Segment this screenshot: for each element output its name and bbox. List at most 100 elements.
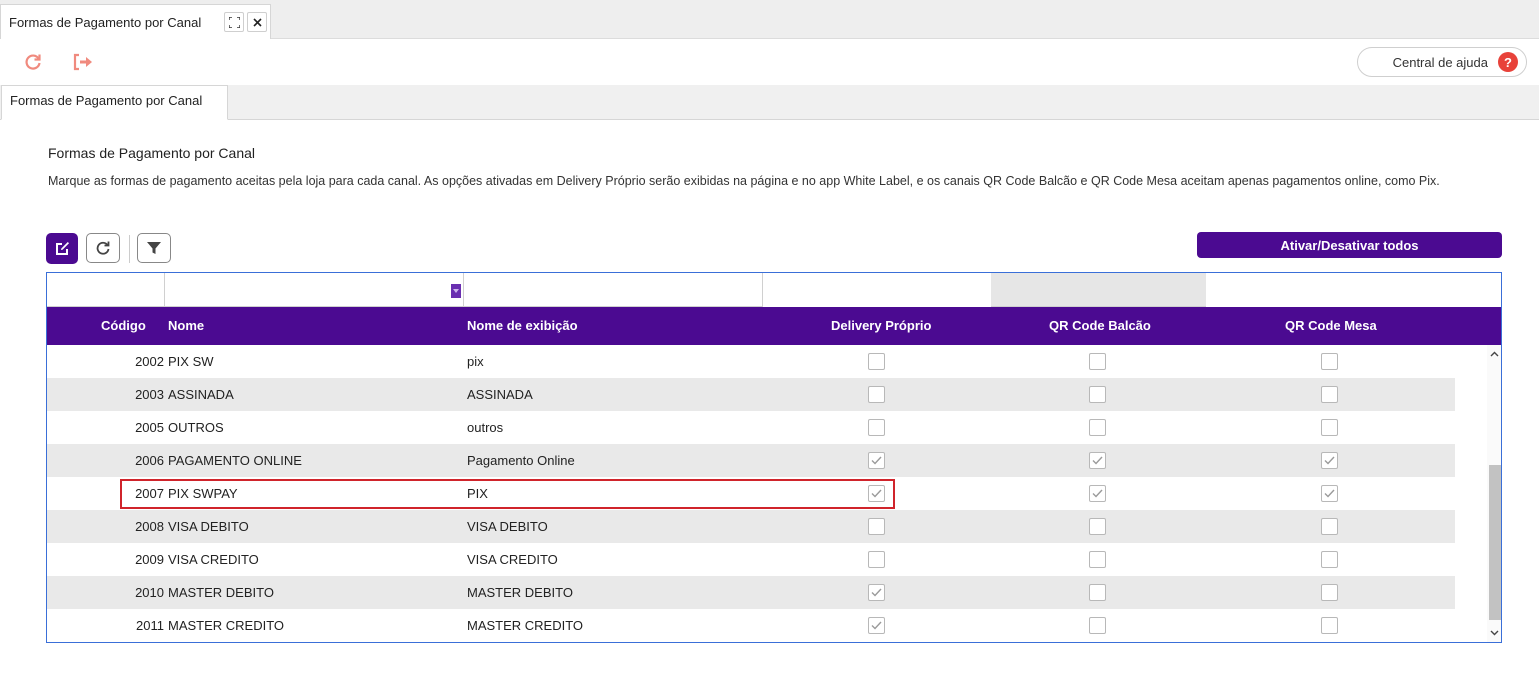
cell-display-name: MASTER CREDITO xyxy=(467,618,584,633)
checkbox-mesa[interactable] xyxy=(1321,386,1338,403)
checkbox-balcao[interactable] xyxy=(1089,617,1106,634)
table-row[interactable]: 2010 MASTER DEBITO MASTER DEBITO xyxy=(47,576,1455,609)
filter-button[interactable] xyxy=(137,233,171,263)
question-icon: ? xyxy=(1498,52,1518,72)
chevron-down-icon[interactable] xyxy=(451,284,461,298)
checkbox-mesa[interactable] xyxy=(1321,419,1338,436)
checkbox-balcao[interactable] xyxy=(1089,386,1106,403)
filter-row xyxy=(47,273,1501,307)
cell-name: MASTER DEBITO xyxy=(168,585,274,600)
payment-methods-grid: Código Nome Nome de exibição Delivery Pr… xyxy=(46,272,1502,643)
toolbar: Central de ajuda ? xyxy=(0,40,1539,85)
edit-button[interactable] xyxy=(46,233,78,264)
cell-name: MASTER CREDITO xyxy=(168,618,285,633)
table-row[interactable]: 2005 OUTROS outros xyxy=(47,411,1455,444)
table-row[interactable]: 2009 VISA CREDITO VISA CREDITO xyxy=(47,543,1455,576)
header-code[interactable]: Código xyxy=(101,307,146,345)
checkbox-mesa[interactable] xyxy=(1321,584,1338,601)
close-icon[interactable] xyxy=(247,12,267,32)
reload-button[interactable] xyxy=(86,233,120,263)
table-header: Código Nome Nome de exibição Delivery Pr… xyxy=(47,307,1501,345)
cell-name: PIX SW xyxy=(168,354,214,369)
header-qr-mesa[interactable]: QR Code Mesa xyxy=(1285,307,1377,345)
cell-display-name: MASTER DEBITO xyxy=(467,585,573,600)
chevron-down-icon[interactable] xyxy=(1487,626,1501,640)
checkbox-delivery[interactable] xyxy=(868,485,885,502)
cell-code: 2003 xyxy=(135,387,164,402)
checkbox-mesa[interactable] xyxy=(1321,452,1338,469)
cell-code: 2006 xyxy=(135,453,164,468)
table-row[interactable]: 2011 MASTER CREDITO MASTER CREDITO xyxy=(47,609,1455,642)
cell-name: VISA CREDITO xyxy=(168,552,259,567)
filter-icon xyxy=(147,242,161,254)
table-row[interactable]: 2003 ASSINADA ASSINADA xyxy=(47,378,1455,411)
header-delivery[interactable]: Delivery Próprio xyxy=(831,307,931,345)
checkbox-mesa[interactable] xyxy=(1321,485,1338,502)
checkbox-delivery[interactable] xyxy=(868,452,885,469)
window-tab[interactable]: Formas de Pagamento por Canal xyxy=(0,4,271,39)
cell-name: VISA DEBITO xyxy=(168,519,249,534)
checkbox-delivery[interactable] xyxy=(868,584,885,601)
header-name[interactable]: Nome xyxy=(168,307,204,345)
cell-code: 2005 xyxy=(135,420,164,435)
reload-icon xyxy=(96,241,110,255)
checkbox-delivery[interactable] xyxy=(868,419,885,436)
checkbox-balcao[interactable] xyxy=(1089,419,1106,436)
header-qr-balcao[interactable]: QR Code Balcão xyxy=(1049,307,1151,345)
vertical-scrollbar[interactable] xyxy=(1487,345,1501,642)
checkbox-balcao[interactable] xyxy=(1089,452,1106,469)
cell-code: 2002 xyxy=(135,354,164,369)
checkbox-balcao[interactable] xyxy=(1089,518,1106,535)
filter-name-dropdown[interactable] xyxy=(165,273,464,307)
checkbox-delivery[interactable] xyxy=(868,518,885,535)
help-center-button[interactable]: Central de ajuda ? xyxy=(1357,47,1527,77)
cell-name: PIX SWPAY xyxy=(168,486,238,501)
cell-display-name: Pagamento Online xyxy=(467,453,575,468)
refresh-icon[interactable] xyxy=(21,51,45,73)
checkbox-balcao[interactable] xyxy=(1089,551,1106,568)
checkbox-mesa[interactable] xyxy=(1321,518,1338,535)
window-tab-label: Formas de Pagamento por Canal xyxy=(9,14,202,30)
cell-code: 2008 xyxy=(135,519,164,534)
cell-name: ASSINADA xyxy=(168,387,234,402)
table-row[interactable]: 2007 PIX SWPAY PIX xyxy=(47,477,1455,510)
cell-name: OUTROS xyxy=(168,420,224,435)
section-title: Formas de Pagamento por Canal xyxy=(48,145,255,161)
checkbox-balcao[interactable] xyxy=(1089,485,1106,502)
checkbox-mesa[interactable] xyxy=(1321,551,1338,568)
cell-display-name: pix xyxy=(467,354,484,369)
filter-display-name[interactable] xyxy=(464,273,763,307)
edit-icon xyxy=(56,241,69,255)
section-description: Marque as formas de pagamento aceitas pe… xyxy=(48,174,1440,188)
checkbox-delivery[interactable] xyxy=(868,386,885,403)
checkbox-mesa[interactable] xyxy=(1321,353,1338,370)
maximize-icon[interactable] xyxy=(224,12,244,32)
checkbox-balcao[interactable] xyxy=(1089,353,1106,370)
cell-code: 2007 xyxy=(135,486,164,501)
cell-name: PAGAMENTO ONLINE xyxy=(168,453,302,468)
header-display-name[interactable]: Nome de exibição xyxy=(467,307,578,345)
exit-icon[interactable] xyxy=(71,51,95,73)
table-row[interactable]: 2008 VISA DEBITO VISA DEBITO xyxy=(47,510,1455,543)
filter-code[interactable] xyxy=(47,273,165,307)
scrollbar-thumb[interactable] xyxy=(1489,465,1501,620)
cell-display-name: VISA DEBITO xyxy=(467,519,548,534)
toggle-all-button[interactable]: Ativar/Desativar todos xyxy=(1197,232,1502,258)
cell-display-name: ASSINADA xyxy=(467,387,533,402)
checkbox-delivery[interactable] xyxy=(868,617,885,634)
tab-payment-methods[interactable]: Formas de Pagamento por Canal xyxy=(1,85,228,120)
chevron-up-icon[interactable] xyxy=(1487,347,1501,361)
cell-code: 2010 xyxy=(135,585,164,600)
checkbox-mesa[interactable] xyxy=(1321,617,1338,634)
checkbox-delivery[interactable] xyxy=(868,353,885,370)
cell-code: 2009 xyxy=(135,552,164,567)
window-tab-strip: Formas de Pagamento por Canal xyxy=(0,0,1539,39)
table-body: 2002 PIX SW pix 2003 ASSINADA ASSINADA 2005 OUT… xyxy=(47,345,1501,642)
filter-qr-balcao xyxy=(991,273,1206,307)
checkbox-balcao[interactable] xyxy=(1089,584,1106,601)
cell-display-name: VISA CREDITO xyxy=(467,552,558,567)
table-row[interactable]: 2002 PIX SW pix xyxy=(47,345,1455,378)
help-center-label: Central de ajuda xyxy=(1392,54,1488,70)
checkbox-delivery[interactable] xyxy=(868,551,885,568)
table-row[interactable]: 2006 PAGAMENTO ONLINE Pagamento Online xyxy=(47,444,1455,477)
